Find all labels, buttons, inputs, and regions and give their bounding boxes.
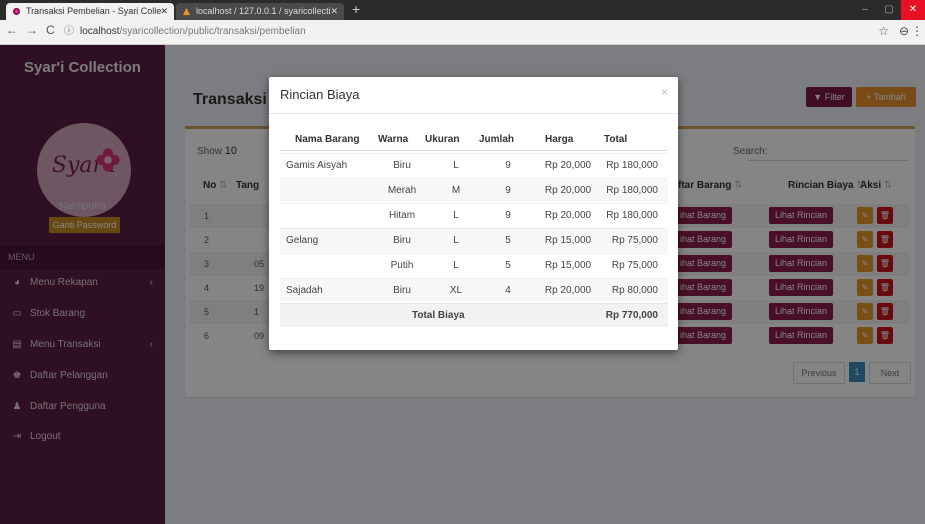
favicon-sail-icon xyxy=(182,7,191,16)
total-label: Total Biaya xyxy=(412,310,465,321)
total-value: Rp 770,000 xyxy=(605,310,658,321)
cell-jumlah: 9 xyxy=(505,160,511,171)
minimize-icon[interactable]: – xyxy=(853,0,877,20)
table-row: Gamis Aisyah Biru L 9 Rp 20,000 Rp 180,000 xyxy=(280,153,668,177)
browser-tab-title: Transaksi Pembelian - Syari Colle xyxy=(26,6,162,16)
cell-jumlah: 4 xyxy=(505,285,511,296)
cell-harga: Rp 15,000 xyxy=(544,260,592,271)
cell-harga: Rp 20,000 xyxy=(544,160,592,171)
window-close-icon[interactable]: ✕ xyxy=(901,0,925,20)
cell-total: Rp 180,000 xyxy=(606,210,658,221)
cell-total: Rp 180,000 xyxy=(606,185,658,196)
profile-icon[interactable]: ⊖ xyxy=(899,24,909,38)
rincian-biaya-modal: Rincian Biaya × Nama Barang Warna Ukuran… xyxy=(269,77,678,350)
cell-harga: Rp 20,000 xyxy=(544,210,592,221)
url-host: localhost xyxy=(80,26,120,37)
cell-warna: Merah xyxy=(387,185,417,196)
column-header-nama-barang: Nama Barang xyxy=(295,134,360,145)
cell-ukuran: M xyxy=(451,185,461,196)
cell-ukuran: L xyxy=(453,260,459,271)
new-tab-icon[interactable]: + xyxy=(352,1,360,17)
total-row: Total Biaya Rp 770,000 xyxy=(280,303,668,327)
cell-ukuran: L xyxy=(453,235,459,246)
forward-arrow-icon[interactable]: → xyxy=(26,23,38,37)
column-header-harga: Harga xyxy=(545,134,574,145)
cell-ukuran: L xyxy=(453,160,459,171)
cell-jumlah: 5 xyxy=(505,260,511,271)
back-arrow-icon[interactable]: ← xyxy=(6,23,18,37)
cell-total: Rp 80,000 xyxy=(611,285,658,296)
url-path: /syaricollection/public/transaksi/pembel… xyxy=(119,26,306,37)
cell-jumlah: 5 xyxy=(505,235,511,246)
address-bar: ← → C ⓘ localhost/syaricollection/public/… xyxy=(0,20,925,45)
browser-tab-title: localhost / 127.0.0.1 / syaricollecti xyxy=(196,6,331,16)
cell-jumlah: 9 xyxy=(505,185,511,196)
cell-harga: Rp 20,000 xyxy=(544,285,592,296)
cell-harga: Rp 20,000 xyxy=(544,185,592,196)
maximize-icon[interactable]: ▢ xyxy=(877,0,901,20)
column-header-total: Total xyxy=(604,134,628,145)
cell-total: Rp 75,000 xyxy=(611,260,658,271)
cell-total: Rp 75,000 xyxy=(611,235,658,246)
browser-tab-bar: Transaksi Pembelian - Syari Colle ✕ loca… xyxy=(0,0,925,20)
table-row: Hitam L 9 Rp 20,000 Rp 180,000 xyxy=(280,203,668,227)
cell-harga: Rp 15,000 xyxy=(544,235,592,246)
column-header-jumlah: Jumlah xyxy=(479,134,515,145)
cell-warna: Biru xyxy=(393,235,411,246)
cell-warna: Hitam xyxy=(388,210,416,221)
reload-icon[interactable]: C xyxy=(46,23,55,37)
header-divider xyxy=(280,150,668,151)
cell-nama: Gelang xyxy=(286,235,319,246)
modal-title: Rincian Biaya xyxy=(280,87,360,102)
info-icon: ⓘ xyxy=(64,26,74,37)
cell-jumlah: 9 xyxy=(505,210,511,221)
cell-nama: Gamis Aisyah xyxy=(286,160,348,171)
browser-tab-active[interactable]: Transaksi Pembelian - Syari Colle ✕ xyxy=(6,3,174,20)
cell-ukuran: L xyxy=(453,210,459,221)
cell-warna: Putih xyxy=(390,260,414,271)
modal-divider xyxy=(269,113,678,114)
cell-warna: Biru xyxy=(393,160,411,171)
cell-total: Rp 180,000 xyxy=(606,160,658,171)
menu-kebab-icon[interactable]: ⋮ xyxy=(911,24,923,38)
tab-close-icon[interactable]: ✕ xyxy=(330,3,338,20)
cell-nama: Sajadah xyxy=(286,285,323,296)
browser-tab-phpmyadmin[interactable]: localhost / 127.0.0.1 / syaricollecti ✕ xyxy=(176,3,344,20)
column-header-warna: Warna xyxy=(378,134,409,145)
cell-warna: Biru xyxy=(393,285,411,296)
tab-close-icon[interactable]: ✕ xyxy=(160,3,168,20)
table-row: Putih L 5 Rp 15,000 Rp 75,000 xyxy=(280,253,668,277)
table-row: Merah M 9 Rp 20,000 Rp 180,000 xyxy=(280,178,668,202)
close-icon[interactable]: × xyxy=(661,85,668,99)
bookmark-star-icon[interactable]: ☆ xyxy=(878,24,889,38)
favicon-flower-icon xyxy=(12,7,21,16)
cell-ukuran: XL xyxy=(449,285,463,296)
table-row: Gelang Biru L 5 Rp 15,000 Rp 75,000 xyxy=(280,228,668,252)
table-row: Sajadah Biru XL 4 Rp 20,000 Rp 80,000 xyxy=(280,278,668,302)
column-header-ukuran: Ukuran xyxy=(425,134,460,145)
url-field[interactable]: ⓘ localhost/syaricollection/public/transa… xyxy=(64,23,864,41)
